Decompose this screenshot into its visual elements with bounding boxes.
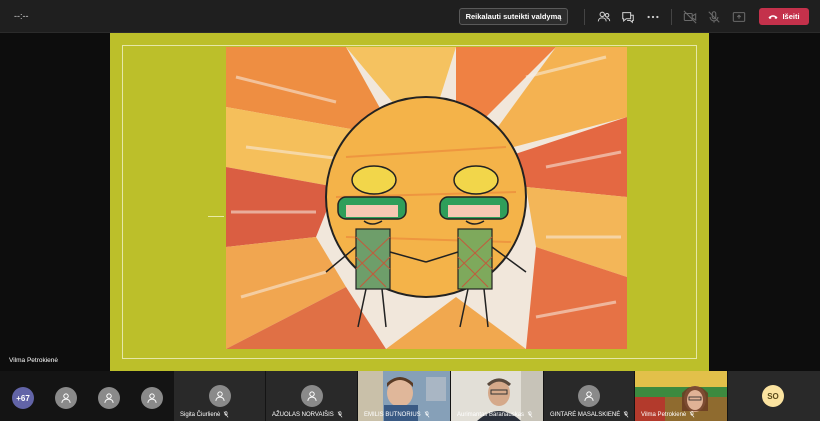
- participant-avatar: [209, 385, 231, 407]
- participant-strip: +67 Sigita Čiurlienė AŽUOLAS NORVAIŠIS E…: [0, 371, 820, 421]
- camera-off-icon[interactable]: [682, 9, 698, 25]
- meeting-timer: --:--: [14, 11, 29, 21]
- mic-off-icon: [623, 411, 629, 418]
- participant-avatar: [301, 385, 323, 407]
- participant-tile[interactable]: AŽUOLAS NORVAIŠIS: [266, 371, 357, 421]
- participant-video-tile[interactable]: Vilma Petrokienė: [635, 371, 727, 421]
- participant-tile[interactable]: SO: [728, 371, 820, 421]
- mic-off-icon: [527, 411, 533, 418]
- meeting-toolbar: --:-- Reikalauti suteikti valdymą Išeiti: [0, 0, 820, 33]
- participant-name: Aurimantas Baranauskas: [457, 411, 533, 418]
- participant-name: EMILIS BUTNORIUS: [364, 411, 430, 418]
- participant-avatar[interactable]: [55, 387, 77, 409]
- hang-up-icon: [768, 14, 778, 20]
- participant-name: GINTARĖ MASALSKIENĖ: [550, 411, 629, 418]
- participant-video-tile[interactable]: EMILIS BUTNORIUS: [358, 371, 450, 421]
- share-tray-icon[interactable]: [731, 9, 747, 25]
- people-icon[interactable]: [596, 9, 612, 25]
- participant-name: AŽUOLAS NORVAIŠIS: [272, 411, 343, 418]
- chat-icon[interactable]: [620, 9, 636, 25]
- mic-off-icon[interactable]: [706, 9, 722, 25]
- participant-name: Sigita Čiurlienė: [180, 411, 229, 418]
- toolbar-divider: [584, 9, 585, 25]
- leave-label: Išeiti: [782, 12, 800, 21]
- mic-off-icon: [689, 411, 695, 418]
- participant-tile[interactable]: Sigita Čiurlienė: [174, 371, 265, 421]
- person-icon: [215, 391, 225, 401]
- mic-off-icon: [337, 411, 343, 418]
- person-icon: [584, 391, 594, 401]
- more-icon[interactable]: [645, 9, 661, 25]
- person-icon: [307, 391, 317, 401]
- meeting-window: --:-- Reikalauti suteikti valdymą Išeiti: [0, 0, 820, 421]
- mic-off-icon: [224, 411, 229, 418]
- presenter-name-label: Vilma Petrokienė: [9, 357, 59, 364]
- participant-video-tile[interactable]: Aurimantas Baranauskas: [451, 371, 543, 421]
- participant-avatar[interactable]: [98, 387, 120, 409]
- participant-tile[interactable]: GINTARĖ MASALSKIENĖ: [544, 371, 634, 421]
- request-control-button[interactable]: Reikalauti suteikti valdymą: [459, 8, 568, 25]
- participant-avatar: [578, 385, 600, 407]
- participant-name: Vilma Petrokienė: [641, 411, 695, 418]
- mic-off-icon: [424, 411, 430, 418]
- initials-avatar: SO: [762, 385, 784, 407]
- leave-button[interactable]: Išeiti: [759, 8, 809, 25]
- overflow-count-badge[interactable]: +67: [12, 387, 34, 409]
- person-icon: [61, 393, 71, 403]
- person-icon: [104, 393, 114, 403]
- toolbar-divider: [671, 9, 672, 25]
- person-icon: [147, 393, 157, 403]
- shared-screen-area: Vilma Petrokienė: [0, 33, 820, 371]
- presentation-slide: [110, 33, 709, 371]
- child-drawing-image: [226, 47, 627, 349]
- participant-avatar[interactable]: [141, 387, 163, 409]
- slide-tick-mark: [208, 216, 224, 217]
